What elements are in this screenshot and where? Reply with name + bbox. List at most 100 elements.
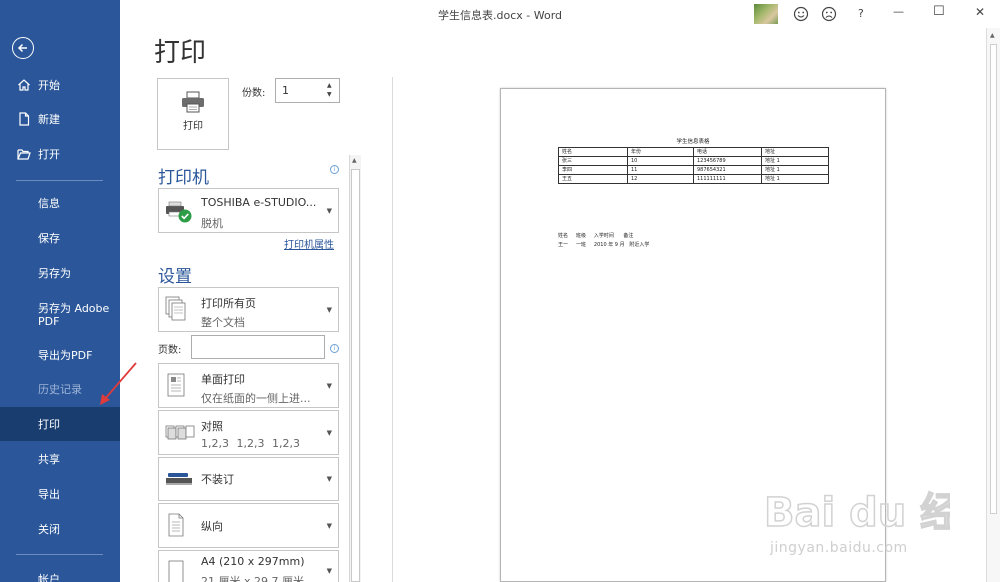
collate-sub: 1,2,3 1,2,3 1,2,3	[201, 437, 300, 450]
settings-heading: 设置	[158, 267, 192, 287]
table-cell: 李四	[558, 165, 628, 175]
chevron-down-icon: ▼	[326, 306, 332, 314]
table-cell: 111111111	[693, 174, 762, 184]
help-button[interactable]: ?	[858, 7, 864, 20]
preview-scrollbar[interactable]: ▲	[986, 28, 1000, 582]
scroll-up-arrow[interactable]: ▲	[990, 32, 995, 39]
sidebar-item-label: 保存	[38, 232, 60, 245]
printer-heading: 打印机	[158, 168, 209, 188]
user-avatar[interactable]	[754, 4, 778, 24]
table-row: 张三 10 123456789 地址 1	[558, 156, 829, 166]
sidebar-item-export[interactable]: 导出	[0, 477, 120, 511]
back-button[interactable]	[12, 37, 34, 59]
staple-dropdown[interactable]: 不装订 ▼	[158, 457, 339, 501]
collate-dropdown[interactable]: 对照 1,2,3 1,2,3 1,2,3 ▼	[158, 410, 339, 455]
scroll-up-arrow[interactable]: ▲	[352, 157, 357, 164]
portrait-icon	[168, 513, 184, 537]
sidebar-item-label: 共享	[38, 453, 60, 466]
preview-list-row: 王一 一班 2010 年 9 月 附近入学	[558, 242, 650, 248]
collate-main: 对照	[201, 420, 223, 433]
sidebar-item-label: 历史记录	[38, 383, 82, 396]
table-cell: 地址 1	[761, 156, 829, 166]
sidebar-item-label: 信息	[38, 197, 60, 210]
staple-main: 不装订	[201, 473, 234, 486]
printer-status: 脱机	[201, 217, 223, 230]
smile-feedback-icon[interactable]	[793, 6, 809, 22]
staple-icon	[166, 473, 192, 485]
copies-spin-buttons[interactable]: ▲ ▼	[327, 81, 337, 99]
table-cell: 电话	[693, 147, 762, 157]
print-range-dropdown[interactable]: 打印所有页 整个文档 ▼	[158, 287, 339, 332]
scrollbar-thumb[interactable]	[990, 44, 997, 514]
print-button[interactable]: 打印	[157, 78, 229, 150]
sidebar-item-label: 新建	[38, 113, 60, 126]
chevron-down-icon: ▼	[326, 522, 332, 530]
sidebar-item-open[interactable]: 打开	[0, 137, 120, 171]
table-cell: 地址 1	[761, 174, 829, 184]
scrollbar-thumb[interactable]	[351, 169, 360, 582]
page-title: 打印	[154, 38, 207, 68]
copies-stepper[interactable]: 1 ▲ ▼	[275, 78, 340, 103]
minimize-button[interactable]: —	[893, 5, 904, 18]
sidebar-item-label: 另存为 Adobe PDF	[38, 302, 110, 328]
sidebar-item-label: 关闭	[38, 523, 60, 536]
table-cell: 12	[627, 174, 694, 184]
sidebar-item-label: 另存为	[38, 267, 71, 280]
sides-sub: 仅在纸面的一侧上进...	[201, 392, 311, 405]
table-cell: 地址	[761, 147, 829, 157]
settings-scrollbar[interactable]: ▲	[349, 155, 361, 582]
info-icon[interactable]: i	[330, 344, 339, 353]
paper-size-dropdown[interactable]: A4 (210 x 297mm) 21 厘米 x 29.7 厘米 ▼	[158, 550, 339, 582]
table-cell: 地址 1	[761, 165, 829, 175]
table-cell: 王五	[558, 174, 628, 184]
sidebar-item-account[interactable]: 帐户	[0, 562, 120, 582]
print-button-label: 打印	[183, 121, 203, 132]
sidebar-item-label: 帐户	[38, 573, 60, 582]
close-button[interactable]: ✕	[975, 5, 985, 19]
sidebar-item-label: 开始	[38, 79, 60, 92]
preview-table: 姓名 年份 电话 地址 张三 10 123456789 地址 1 李四 11 9…	[558, 147, 829, 184]
sidebar-divider	[16, 180, 103, 181]
svg-text:Bai du 经验: Bai du 经验	[764, 490, 950, 536]
table-cell: 年份	[627, 147, 694, 157]
sidebar-item-label: 导出为PDF	[38, 349, 93, 362]
sidebar-item-home[interactable]: 开始	[0, 68, 120, 102]
copies-label: 份数:	[242, 88, 266, 99]
table-row: 姓名 年份 电话 地址	[558, 147, 829, 157]
frown-feedback-icon[interactable]	[821, 6, 837, 22]
table-cell: 11	[627, 165, 694, 175]
arrow-left-icon	[17, 43, 27, 53]
printer-dropdown[interactable]: TOSHIBA e-STUDIO... 脱机 ▼	[158, 188, 339, 233]
table-cell: 张三	[558, 156, 628, 166]
sidebar-item-save-as-adobe-pdf[interactable]: 另存为 Adobe PDF	[0, 295, 120, 335]
sidebar-item-save-as[interactable]: 另存为	[0, 256, 120, 290]
sidebar-item-share[interactable]: 共享	[0, 442, 120, 476]
paper-size-icon	[168, 560, 184, 582]
backstage-sidebar: 开始 新建 打开 信息 保存 另存为 另存为 Adobe PDF 导出为PDF …	[0, 0, 120, 582]
pages-icon	[165, 296, 186, 321]
sidebar-item-save[interactable]: 保存	[0, 221, 120, 255]
printer-properties-link[interactable]: 打印机属性	[284, 236, 334, 251]
printer-name: TOSHIBA e-STUDIO...	[201, 196, 317, 209]
window-title: 学生信息表.docx - Word	[438, 9, 563, 22]
sides-dropdown[interactable]: 单面打印 仅在纸面的一侧上进... ▼	[158, 363, 339, 408]
collate-icon	[165, 425, 195, 440]
chevron-down-icon: ▼	[326, 207, 332, 215]
orientation-dropdown[interactable]: 纵向 ▼	[158, 503, 339, 548]
printer-offline-icon	[166, 201, 192, 223]
table-row: 王五 12 111111111 地址 1	[558, 174, 829, 184]
chevron-down-icon: ▼	[326, 567, 332, 575]
table-cell: 987654321	[693, 165, 762, 175]
home-icon	[18, 79, 30, 91]
sidebar-item-new[interactable]: 新建	[0, 102, 120, 136]
sidebar-item-label: 打开	[38, 148, 60, 161]
sidebar-item-print[interactable]: 打印	[0, 407, 120, 441]
sidebar-item-info[interactable]: 信息	[0, 186, 120, 220]
sidebar-item-close[interactable]: 关闭	[0, 512, 120, 546]
maximize-button[interactable]: ☐	[933, 4, 945, 19]
chevron-down-icon: ▼	[326, 429, 332, 437]
pages-input[interactable]	[191, 335, 325, 359]
sidebar-divider	[16, 554, 103, 555]
single-side-icon	[167, 373, 185, 397]
info-icon[interactable]: i	[330, 165, 339, 174]
